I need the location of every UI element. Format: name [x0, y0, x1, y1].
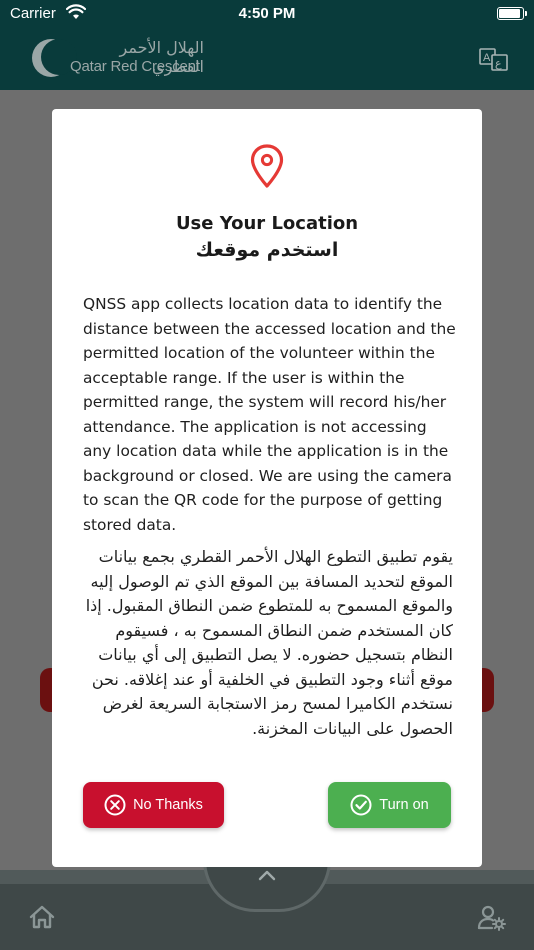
logo-english-text: Qatar Red Crescent: [70, 58, 200, 75]
chevron-up-icon[interactable]: [258, 866, 276, 885]
location-permission-dialog: Use Your Location استخدم موقعك QNSS app …: [52, 109, 482, 867]
translate-icon[interactable]: A ع: [478, 46, 510, 78]
no-thanks-button[interactable]: No Thanks: [83, 782, 224, 828]
home-icon[interactable]: [28, 904, 56, 934]
dialog-title-arabic: استخدم موقعك: [195, 239, 339, 261]
user-settings-icon[interactable]: [477, 904, 507, 936]
dialog-title-english: Use Your Location: [175, 213, 359, 234]
app-header: الهلال الأحمر القطري Qatar Red Crescent …: [0, 28, 534, 90]
dialog-body-arabic: يقوم تطبيق التطوع الهلال الأحمر القطري ب…: [85, 547, 453, 738]
turn-on-label: Turn on: [379, 797, 429, 813]
clock: 4:50 PM: [238, 5, 296, 22]
qrc-logo: الهلال الأحمر القطري Qatar Red Crescent: [32, 38, 222, 80]
svg-text:A: A: [483, 52, 491, 64]
svg-text:ع: ع: [495, 57, 502, 70]
location-pin-icon: [249, 143, 285, 193]
no-thanks-label: No Thanks: [133, 797, 203, 813]
crescent-icon: [32, 39, 77, 77]
check-circle-icon: [350, 794, 372, 816]
dialog-body-english: QNSS app collects location data to ident…: [83, 295, 456, 534]
battery-icon: [497, 7, 527, 20]
close-circle-icon: [104, 794, 126, 816]
turn-on-button[interactable]: Turn on: [328, 782, 451, 828]
status-bar: Carrier 4:50 PM: [0, 0, 534, 28]
